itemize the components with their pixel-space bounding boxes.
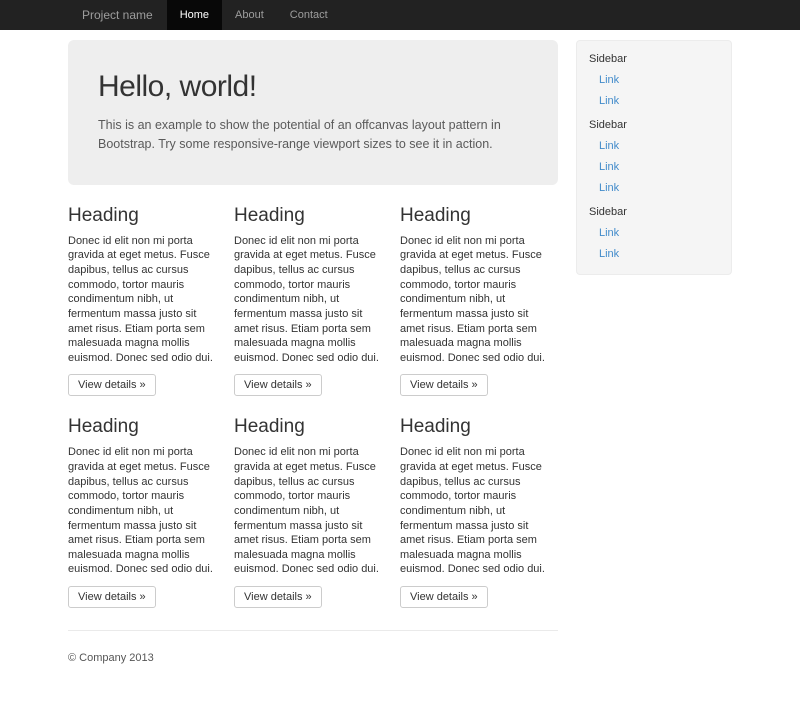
main-content: Hello, world! This is an example to show… — [68, 40, 558, 705]
card-heading: Heading — [400, 205, 552, 227]
card: Heading Donec id elit non mi porta gravid… — [400, 406, 558, 608]
card-row: Heading Donec id elit non mi porta gravid… — [68, 406, 558, 608]
card-row: Heading Donec id elit non mi porta gravid… — [68, 195, 558, 397]
jumbotron: Hello, world! This is an example to show… — [68, 40, 558, 185]
card-heading: Heading — [68, 205, 220, 227]
card: Heading Donec id elit non mi porta gravid… — [68, 406, 226, 608]
content-row: Hello, world! This is an example to show… — [68, 40, 732, 705]
nav-item-home[interactable]: Home — [167, 0, 222, 30]
view-details-button[interactable]: View details » — [68, 374, 156, 396]
sidebar-group-title: Sidebar — [589, 119, 719, 131]
card: Heading Donec id elit non mi porta gravid… — [234, 195, 392, 397]
card: Heading Donec id elit non mi porta gravid… — [400, 195, 558, 397]
sidebar-group: Sidebar Link Link Link — [589, 119, 719, 194]
cards-grid: Heading Donec id elit non mi porta gravid… — [68, 195, 558, 608]
copyright-text: © Company 2013 — [68, 652, 558, 664]
nav-item-about[interactable]: About — [222, 0, 277, 30]
sidebar-group: Sidebar Link Link — [589, 53, 719, 107]
view-details-button[interactable]: View details » — [234, 374, 322, 396]
card-body-text: Donec id elit non mi porta gravida at eg… — [234, 234, 386, 366]
sidebar-group: Sidebar Link Link — [589, 206, 719, 260]
card-body-text: Donec id elit non mi porta gravida at eg… — [234, 445, 386, 577]
sidebar-group-title: Sidebar — [589, 206, 719, 218]
sidebar-link[interactable]: Link — [599, 161, 719, 173]
card-heading: Heading — [234, 416, 386, 438]
navbar-brand[interactable]: Project name — [68, 0, 167, 30]
nav-item-contact[interactable]: Contact — [277, 0, 341, 30]
card-body-text: Donec id elit non mi porta gravida at eg… — [68, 234, 220, 366]
card-body-text: Donec id elit non mi porta gravida at eg… — [400, 234, 552, 366]
card-body-text: Donec id elit non mi porta gravida at eg… — [68, 445, 220, 577]
view-details-button[interactable]: View details » — [234, 586, 322, 608]
card: Heading Donec id elit non mi porta gravid… — [68, 195, 226, 397]
card-heading: Heading — [234, 205, 386, 227]
sidebar-link[interactable]: Link — [599, 140, 719, 152]
card-body-text: Donec id elit non mi porta gravida at eg… — [400, 445, 552, 577]
navbar-menu: HomeAboutContact — [167, 0, 341, 30]
footer: © Company 2013 — [68, 630, 558, 705]
sidebar-link[interactable]: Link — [599, 227, 719, 239]
view-details-button[interactable]: View details » — [400, 374, 488, 396]
sidebar-link[interactable]: Link — [599, 248, 719, 260]
sidebar-link[interactable]: Link — [599, 74, 719, 86]
sidebar-group-title: Sidebar — [589, 53, 719, 65]
jumbotron-text: This is an example to show the potential… — [98, 116, 518, 155]
navbar: Project name HomeAboutContact — [0, 0, 800, 30]
card-heading: Heading — [68, 416, 220, 438]
view-details-button[interactable]: View details » — [400, 586, 488, 608]
card: Heading Donec id elit non mi porta gravid… — [234, 406, 392, 608]
sidebar-link[interactable]: Link — [599, 182, 719, 194]
sidebar: SidebarLinkLinkSidebarLinkLinkLinkSideba… — [576, 40, 732, 275]
view-details-button[interactable]: View details » — [68, 586, 156, 608]
page-title: Hello, world! — [98, 70, 528, 104]
page: Project name HomeAboutContact Hello, wor… — [0, 0, 800, 600]
sidebar-link[interactable]: Link — [599, 95, 719, 107]
card-heading: Heading — [400, 416, 552, 438]
sidebar-groups: SidebarLinkLinkSidebarLinkLinkLinkSideba… — [589, 53, 719, 260]
